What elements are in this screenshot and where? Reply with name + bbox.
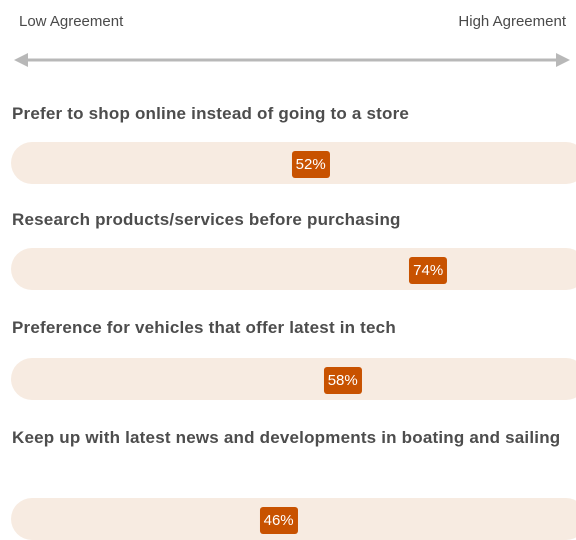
agreement-marker: 46% [259, 507, 298, 534]
agreement-track: 52% [11, 142, 576, 184]
agreement-track: 58% [11, 358, 576, 400]
agreement-scale-arrow [14, 53, 570, 67]
item-label: Prefer to shop online instead of going t… [12, 104, 410, 123]
agreement-marker: 58% [323, 367, 362, 394]
item-label: Keep up with latest news and development… [12, 428, 561, 447]
low-agreement-label: Low Agreement [19, 13, 124, 30]
agreement-marker: 52% [291, 151, 330, 178]
item-label: Research products/services before purcha… [12, 210, 401, 229]
agreement-track: 46% [11, 498, 576, 540]
agreement-track: 74% [11, 248, 576, 290]
agreement-marker: 74% [409, 257, 448, 284]
high-agreement-label: High Agreement [458, 13, 566, 30]
item-label: Preference for vehicles that offer lates… [12, 318, 396, 337]
